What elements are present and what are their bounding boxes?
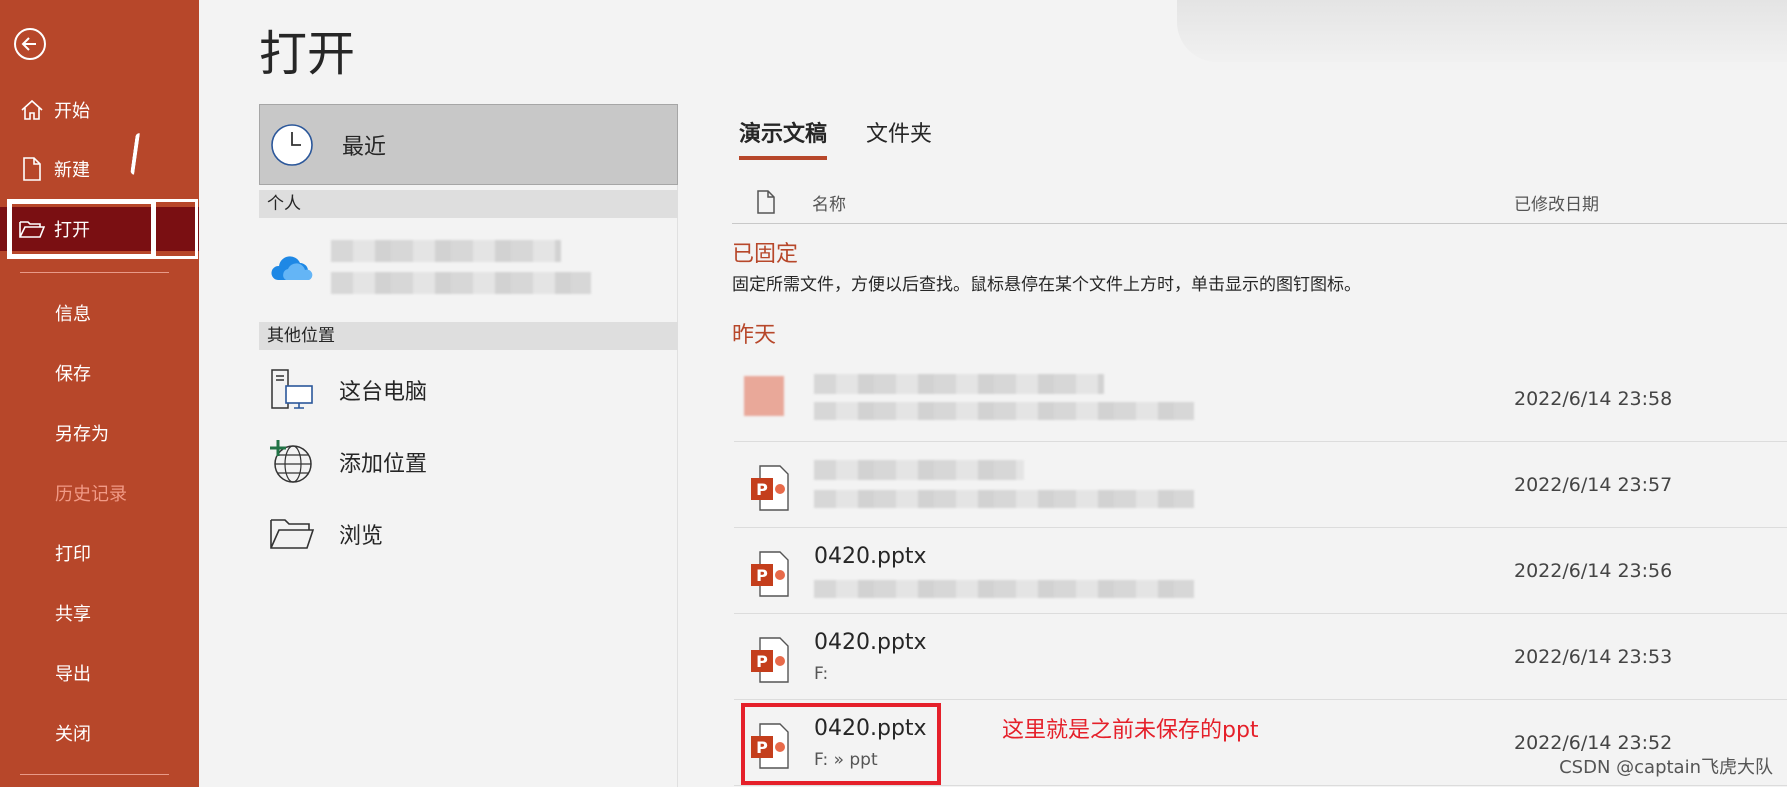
location-label: 这台电脑 — [339, 380, 428, 405]
page-title: 打开 — [259, 26, 356, 82]
location-label: 最近 — [342, 134, 387, 160]
column-header: 名称 已修改日期 — [732, 180, 1787, 224]
section-pinned: 已固定 — [732, 242, 799, 267]
nav-label: 打印 — [55, 544, 91, 565]
nav-label: 共享 — [55, 604, 91, 625]
nav-label: 历史记录 — [55, 484, 127, 505]
redacted-text — [814, 374, 1104, 394]
location-label: 浏览 — [339, 524, 384, 549]
back-button[interactable] — [14, 28, 46, 60]
clock-icon — [270, 123, 314, 167]
pinned-description: 固定所需文件，方便以后查找。鼠标悬停在某个文件上方时，单击显示的图钉图标。 — [732, 275, 1361, 295]
nav-label: 新建 — [54, 160, 90, 181]
file-modified-date: 2022/6/14 23:57 — [1514, 474, 1673, 496]
nav-history: 历史记录 — [0, 471, 199, 515]
location-onedrive[interactable] — [259, 228, 678, 310]
svg-text:P: P — [756, 566, 768, 585]
redacted-text — [814, 580, 1194, 598]
folder-icon — [269, 511, 315, 557]
computer-icon — [269, 367, 315, 413]
section-yesterday: 昨天 — [732, 323, 777, 348]
nav-label: 保存 — [55, 364, 91, 385]
file-modified-date: 2022/6/14 23:56 — [1514, 560, 1673, 582]
document-icon — [756, 190, 776, 219]
nav-label: 导出 — [55, 664, 91, 685]
nav-label: 开始 — [54, 101, 90, 122]
file-name: 0420.pptx — [814, 630, 927, 655]
nav-save-as[interactable]: 另存为 — [0, 411, 199, 455]
file-row[interactable]: 2022/6/14 23:58 — [734, 356, 1787, 442]
new-doc-icon — [18, 157, 46, 181]
nav-divider — [20, 272, 169, 273]
nav-export[interactable]: 导出 — [0, 651, 199, 695]
annotation-box — [741, 703, 941, 785]
file-modified-date: 2022/6/14 23:52 — [1514, 732, 1673, 754]
file-modified-date: 2022/6/14 23:53 — [1514, 646, 1673, 668]
nav-save[interactable]: 保存 — [0, 351, 199, 395]
nav-new[interactable]: 新建 — [0, 147, 199, 191]
nav-label: 信息 — [55, 304, 91, 325]
pptx-file-icon: P — [750, 550, 790, 598]
backstage-sidebar: 开始 新建 打开 信息 保存 另存为 历史记录 打印 共享 导出 关闭 — [0, 0, 199, 787]
nav-divider — [20, 774, 169, 775]
pptx-file-icon: P — [750, 464, 790, 512]
group-personal: 个人 — [259, 190, 678, 218]
redacted-text — [331, 240, 561, 262]
nav-close[interactable]: 关闭 — [0, 711, 199, 755]
pptx-file-icon: P — [750, 636, 790, 684]
watermark: CSDN @captain飞虎大队 — [1559, 757, 1773, 778]
redacted-text — [814, 490, 1194, 508]
arrow-left-icon — [21, 37, 36, 51]
redacted-text — [814, 402, 1194, 420]
svg-text:P: P — [756, 480, 768, 499]
file-name: 0420.pptx — [814, 544, 927, 569]
location-recent[interactable]: 最近 — [259, 104, 678, 185]
annotation-text: 这里就是之前未保存的ppt — [1002, 718, 1259, 743]
highlight-box — [7, 199, 156, 259]
location-add-place[interactable]: 添加位置 — [259, 432, 678, 492]
header-decoration — [1177, 0, 1787, 62]
redacted-text — [814, 460, 1024, 480]
nav-label: 另存为 — [55, 424, 109, 445]
tab-presentations[interactable]: 演示文稿 — [739, 116, 828, 160]
column-name[interactable]: 名称 — [812, 190, 846, 215]
file-row[interactable]: P 0420.pptx F: 2022/6/14 23:53 — [734, 614, 1787, 700]
location-browse[interactable]: 浏览 — [259, 504, 678, 564]
nav-share[interactable]: 共享 — [0, 591, 199, 635]
location-label: 添加位置 — [339, 452, 428, 477]
onedrive-icon — [269, 246, 315, 292]
group-other: 其他位置 — [259, 322, 678, 350]
globe-add-icon — [269, 439, 315, 485]
file-path: F: — [814, 664, 829, 684]
home-icon — [18, 98, 46, 122]
svg-text:P: P — [756, 652, 768, 671]
location-this-pc[interactable]: 这台电脑 — [259, 360, 678, 420]
file-row[interactable]: P 2022/6/14 23:57 — [734, 442, 1787, 528]
tab-folders[interactable]: 文件夹 — [866, 116, 932, 156]
file-row[interactable]: P 0420.pptx 2022/6/14 23:56 — [734, 528, 1787, 614]
redacted-text — [331, 272, 591, 294]
column-date-modified[interactable]: 已修改日期 — [1514, 190, 1599, 215]
locations-panel: 最近 个人 其他位置 这台电脑 添加位置 浏览 — [259, 104, 678, 787]
nav-label: 关闭 — [55, 724, 91, 745]
file-modified-date: 2022/6/14 23:58 — [1514, 388, 1673, 410]
nav-print[interactable]: 打印 — [0, 531, 199, 575]
redacted-icon — [744, 376, 784, 416]
nav-home[interactable]: 开始 — [0, 88, 199, 132]
files-panel: 演示文稿 文件夹 名称 已修改日期 已固定 固定所需文件，方便以后查找。鼠标悬停… — [732, 104, 1787, 787]
highlight-box — [153, 199, 198, 259]
nav-info[interactable]: 信息 — [0, 291, 199, 335]
